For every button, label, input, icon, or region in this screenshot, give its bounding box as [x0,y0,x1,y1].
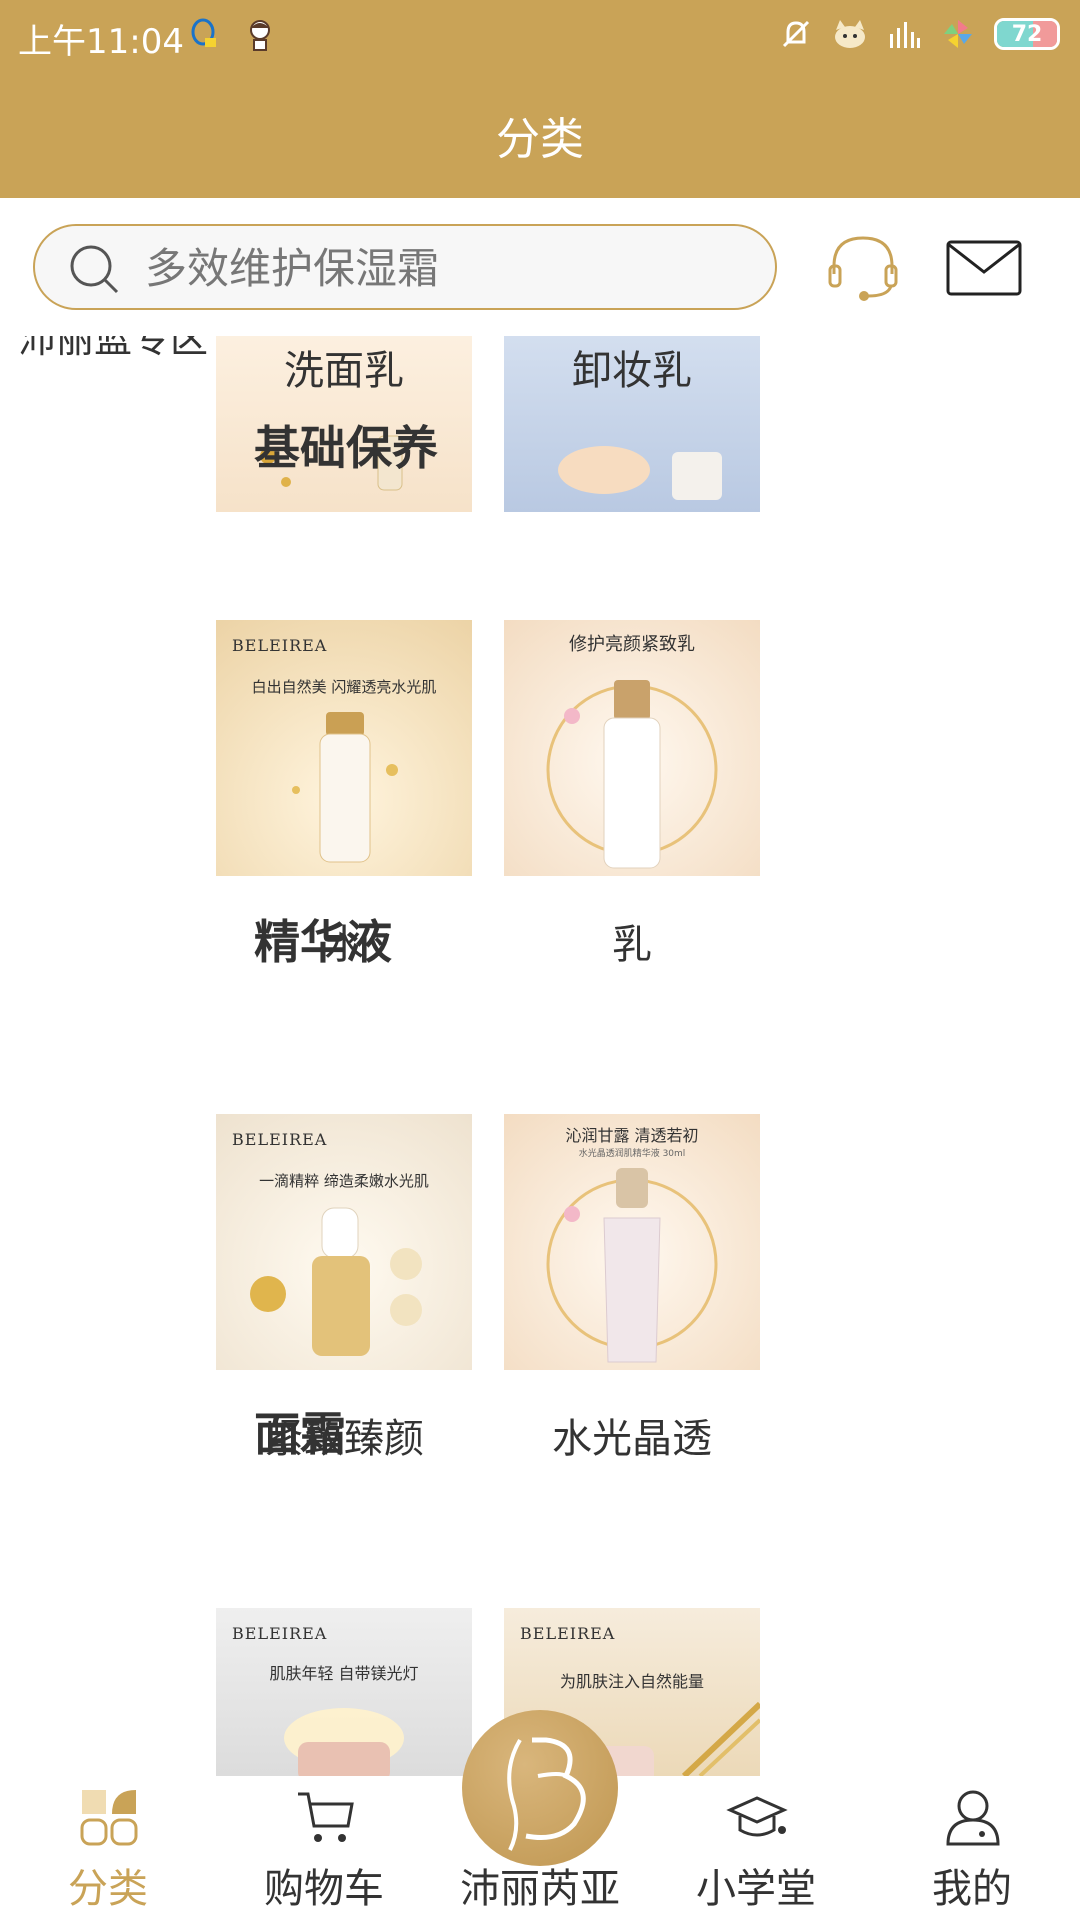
product-card[interactable]: 沁润甘露 清透若初 水光晶透润肌精华液 30ml [504,1114,760,1370]
nav-label: 购物车 [264,1866,384,1912]
nav-label: 分类 [68,1866,148,1912]
status-left-icons [186,16,278,52]
section-title: 面霜 [254,1407,346,1461]
product-grid: 洗面乳 卸妆乳 基础保养 BELEIREA 白出自然美 闪耀透亮水光肌 水 修护… [210,336,1080,1776]
product-image: 修护亮颜紧致乳 [504,620,760,876]
pinwheel-icon [944,20,972,48]
qq-icon [191,18,216,47]
graduation-cap-icon [726,1796,788,1837]
brand-logo-icon[interactable] [462,1710,618,1866]
category-grid-icon [80,1790,138,1846]
product-card[interactable]: BELEIREA 一滴精粹 缔造柔嫩水光肌 [216,1114,472,1370]
search-icon [70,245,119,294]
search-input[interactable] [145,236,745,300]
nav-tab-category[interactable]: 分类 [0,1776,216,1920]
nav-tab-cart[interactable]: 购物车 [216,1776,432,1920]
product-image: 沁润甘露 清透若初 水光晶透润肌精华液 30ml [504,1114,760,1370]
nav-tab-me[interactable]: 我的 [864,1776,1080,1920]
nav-label: 我的 [932,1866,1012,1912]
status-time: 上午11:04 [18,22,184,62]
product-image: BELEIREA 白出自然美 闪耀透亮水光肌 [216,620,472,876]
app-header: 上午11:04 72 分类 [0,0,1080,198]
signal-icon [890,22,920,48]
search-bar[interactable] [33,224,777,310]
sidebar-item-active[interactable]: 沛丽蓝专区 [18,336,208,364]
product-label[interactable]: 卸妆乳 [504,338,760,396]
product-card[interactable]: BELEIREA 肌肤年轻 自带镁光灯 [216,1608,472,1776]
product-image: BELEIREA 肌肤年轻 自带镁光灯 [216,1608,472,1776]
mail-icon[interactable] [946,240,1022,296]
category-sidebar: 沛丽蓝专区 [0,336,210,1776]
user-icon [946,1790,1000,1846]
product-card[interactable]: 修护亮颜紧致乳 [504,620,760,876]
product-image: BELEIREA 一滴精粹 缔造柔嫩水光肌 [216,1114,472,1370]
nav-label: 小学堂 [696,1866,816,1912]
battery-level: 72 [1011,21,1043,47]
mute-bell-icon [782,20,810,48]
status-bar: 上午11:04 72 [0,0,1080,72]
nav-tab-school[interactable]: 小学堂 [648,1776,864,1920]
section-title: 基础保养 [254,421,438,475]
product-label[interactable]: 乳 [504,912,760,970]
search-row [0,198,1080,336]
product-label[interactable]: 水光晶透 [504,1406,760,1464]
avatar-sticker-icon [250,20,270,51]
cart-icon [298,1792,354,1842]
customer-service-headset-icon[interactable] [826,232,900,302]
page-title: 分类 [496,114,584,165]
cat-icon [835,20,865,48]
battery-indicator: 72 [994,18,1060,50]
product-card[interactable]: BELEIREA 白出自然美 闪耀透亮水光肌 [216,620,472,876]
section-title: 精华液 [254,915,392,969]
status-right-icons: 72 [778,16,1060,52]
product-label[interactable]: 洗面乳 [216,338,472,396]
